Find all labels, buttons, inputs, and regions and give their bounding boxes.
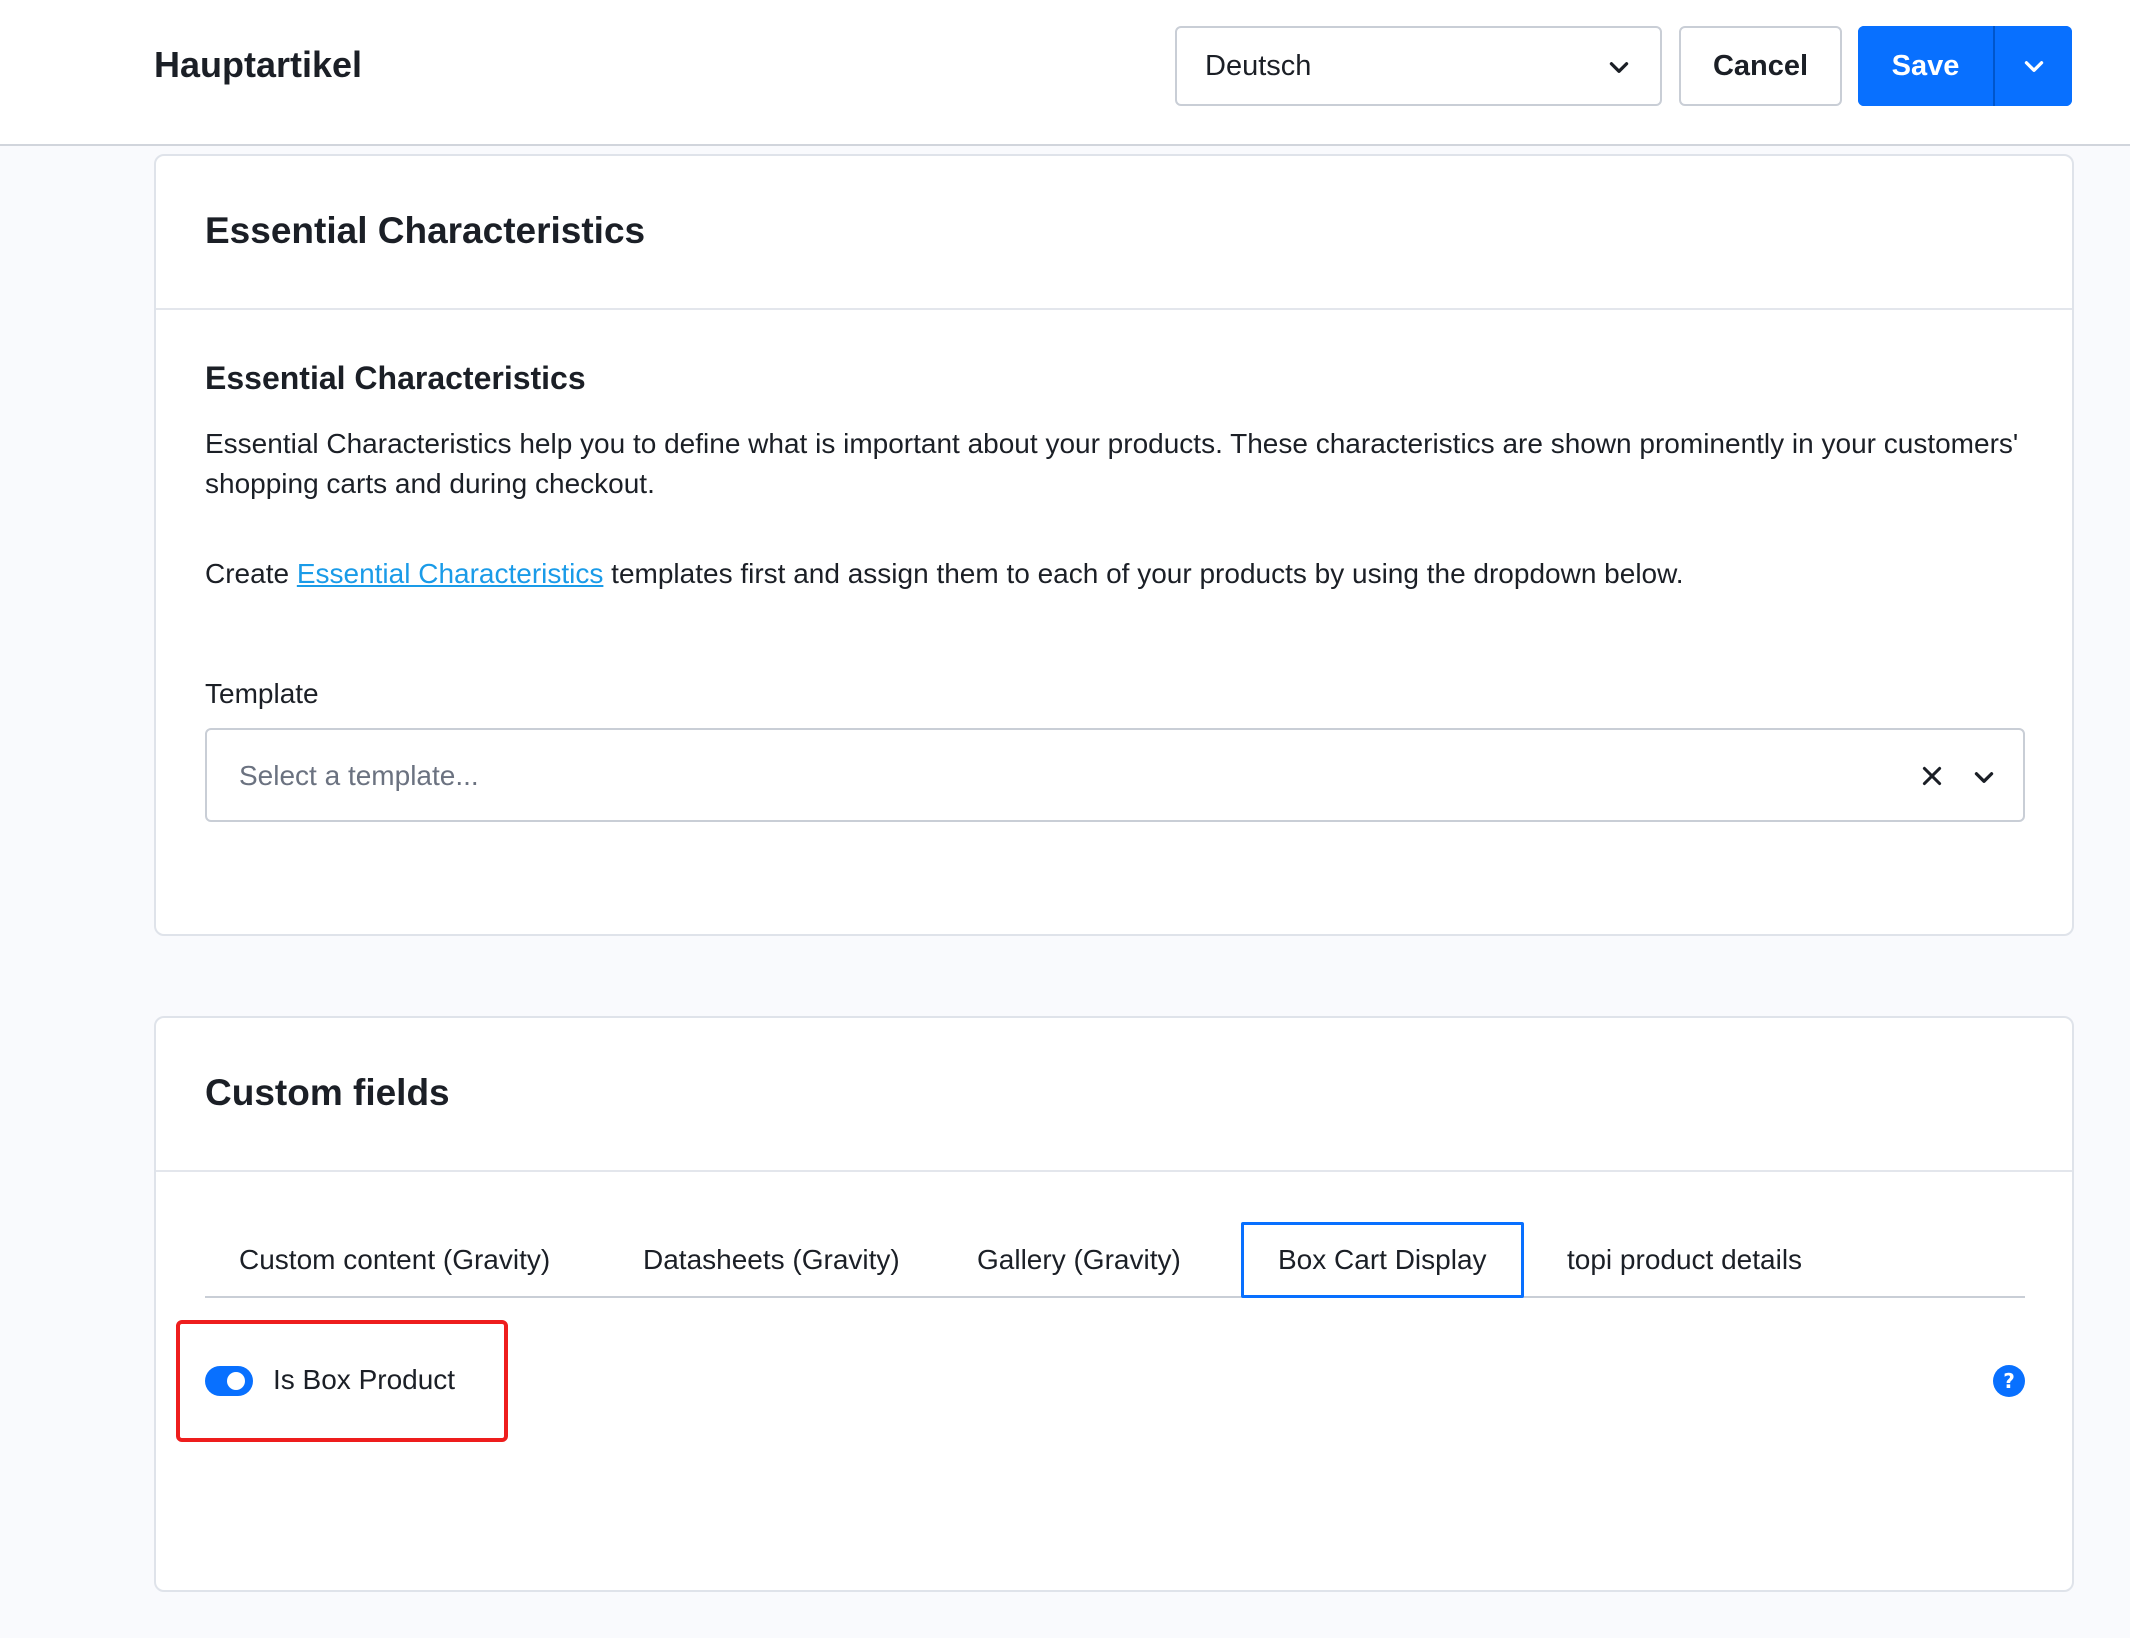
tab-box-cart-display[interactable]: Box Cart Display [1241,1222,1524,1298]
tab-datasheets[interactable]: Datasheets (Gravity) [609,1222,934,1298]
save-options-button[interactable] [1995,26,2072,106]
tab-gallery[interactable]: Gallery (Gravity) [943,1222,1215,1298]
section-title: Essential Characteristics [205,360,586,396]
is-box-product-label: Is Box Product [273,1364,456,1395]
custom-fields-tabs: Custom content (Gravity) Datasheets (Gra… [205,1222,2025,1298]
create-suffix: templates first and assign them to each … [603,558,1684,589]
essential-characteristics-card: Essential Characteristics Essential Char… [154,154,2074,936]
cancel-button[interactable]: Cancel [1679,26,1842,106]
essential-characteristics-link[interactable]: Essential Characteristics [297,558,604,589]
custom-fields-card: Custom fields Custom content (Gravity) D… [154,1016,2074,1592]
template-select[interactable]: Select a template... [205,728,2025,822]
chevron-down-icon[interactable] [1971,764,1997,790]
language-select-value: Deutsch [1205,49,1312,82]
template-label: Template [205,678,319,709]
top-bar: Hauptartikel Deutsch Cancel Save [0,0,2130,146]
save-button-group: Save [1858,26,2072,106]
card-header: Essential Characteristics [156,156,2072,310]
help-icon[interactable]: ? [1993,1365,2025,1397]
card-title: Custom fields [205,1072,450,1113]
section-description: Essential Characteristics help you to de… [205,428,2019,499]
card-header: Custom fields [156,1018,2072,1172]
create-prefix: Create [205,558,297,589]
card-title: Essential Characteristics [205,210,646,251]
toggle-knob [227,1372,245,1390]
save-button[interactable]: Save [1858,26,1993,106]
tab-custom-content[interactable]: Custom content (Gravity) [205,1222,584,1298]
close-icon[interactable] [1919,763,1945,789]
chevron-down-icon [2024,61,2043,72]
is-box-product-toggle[interactable] [205,1366,253,1396]
create-templates-text: Create Essential Characteristics templat… [205,554,2035,594]
chevron-down-icon [1609,62,1629,73]
tab-topi-product-details[interactable]: topi product details [1533,1222,1836,1298]
language-select[interactable]: Deutsch [1175,26,1662,106]
template-placeholder: Select a template... [239,760,479,791]
page-title: Hauptartikel [154,44,363,85]
